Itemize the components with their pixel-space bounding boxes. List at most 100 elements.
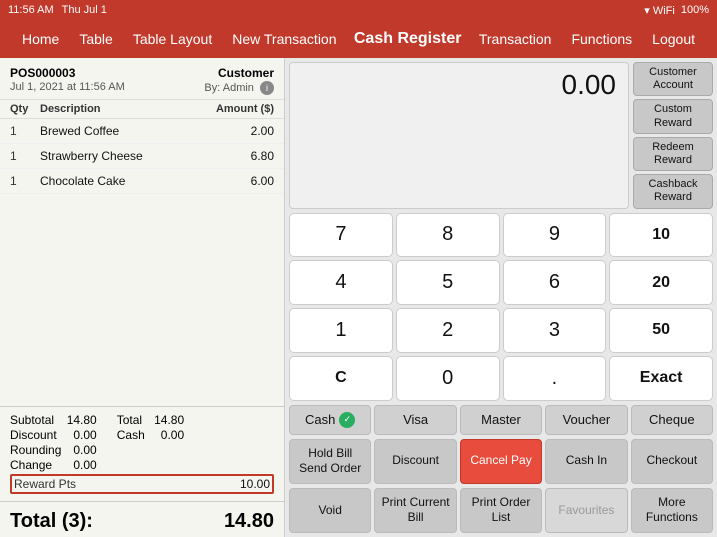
item-amount: 6.80 <box>251 149 274 163</box>
pay-cash[interactable]: Cash ✓ <box>289 405 371 435</box>
print-current-bill-button[interactable]: Print Current Bill <box>374 488 456 533</box>
pay-voucher[interactable]: Voucher <box>545 405 627 435</box>
pay-master[interactable]: Master <box>460 405 542 435</box>
discount-label: Discount <box>10 428 57 442</box>
hold-bill-button[interactable]: Hold Bill Send Order <box>289 439 371 484</box>
change-value: 0.00 <box>73 458 96 472</box>
rounding-value: 0.00 <box>73 443 96 457</box>
nav-title: Cash Register <box>347 30 469 48</box>
total-label: Total <box>117 413 142 427</box>
left-panel: POS000003 Customer Jul 1, 2021 at 11:56 … <box>0 58 285 537</box>
status-bar: 11:56 AM Thu Jul 1 ▾ WiFi 100% <box>0 0 717 20</box>
reward-pts-row: Reward Pts 10.00 <box>10 474 274 494</box>
nav-table[interactable]: Table <box>69 20 122 58</box>
display-screen: 0.00 <box>289 62 629 209</box>
item-name: Brewed Coffee <box>40 124 251 138</box>
status-day: Thu Jul 1 <box>62 4 107 16</box>
item-amount: 2.00 <box>251 124 274 138</box>
pay-visa[interactable]: Visa <box>374 405 456 435</box>
more-functions-button[interactable]: More Functions <box>631 488 713 533</box>
item-name: Strawberry Cheese <box>40 149 251 163</box>
favourites-button[interactable]: Favourites <box>545 488 627 533</box>
customer-value: By: Admin i <box>204 81 274 95</box>
action-row-2: Void Print Current Bill Print Order List… <box>285 486 717 537</box>
nav-logout[interactable]: Logout <box>642 20 705 58</box>
action-row-1: Hold Bill Send Order Discount Cancel Pay… <box>285 437 717 486</box>
reward-value: 10.00 <box>240 477 270 491</box>
grand-total-label: Total (3): <box>10 510 93 533</box>
cash-value: 0.00 <box>161 428 184 442</box>
num-2[interactable]: 2 <box>396 308 500 353</box>
item-name: Chocolate Cake <box>40 174 251 188</box>
num-clear[interactable]: C <box>289 356 393 401</box>
wifi-icon: ▾ WiFi <box>644 4 675 17</box>
order-header: POS000003 Customer Jul 1, 2021 at 11:56 … <box>0 58 284 100</box>
num-9[interactable]: 9 <box>503 213 607 258</box>
num-8[interactable]: 8 <box>396 213 500 258</box>
order-item[interactable]: 1 Brewed Coffee 2.00 <box>0 119 284 144</box>
pay-cheque[interactable]: Cheque <box>631 405 713 435</box>
custom-reward-button[interactable]: Custom Reward <box>633 99 713 133</box>
discount-button[interactable]: Discount <box>374 439 456 484</box>
pos-number: POS000003 <box>10 66 75 80</box>
num-6[interactable]: 6 <box>503 260 607 305</box>
nav-new-transaction[interactable]: New Transaction <box>222 20 346 58</box>
main-layout: POS000003 Customer Jul 1, 2021 at 11:56 … <box>0 58 717 537</box>
cash-in-button[interactable]: Cash In <box>545 439 627 484</box>
nav-transaction[interactable]: Transaction <box>469 20 562 58</box>
print-order-list-button[interactable]: Print Order List <box>460 488 542 533</box>
discount-value: 0.00 <box>73 428 96 442</box>
order-summary: Subtotal 14.80 Discount 0.00 Rounding 0.… <box>0 406 284 501</box>
num-20[interactable]: 20 <box>609 260 713 305</box>
num-5[interactable]: 5 <box>396 260 500 305</box>
payment-methods: Cash ✓ Visa Master Voucher Cheque <box>285 403 717 437</box>
change-label: Change <box>10 458 52 472</box>
order-date: Jul 1, 2021 at 11:56 AM <box>10 81 125 95</box>
checkout-button[interactable]: Checkout <box>631 439 713 484</box>
num-10[interactable]: 10 <box>609 213 713 258</box>
cashback-reward-button[interactable]: Cashback Reward <box>633 174 713 208</box>
nav-functions[interactable]: Functions <box>561 20 642 58</box>
num-50[interactable]: 50 <box>609 308 713 353</box>
col-amount: Amount ($) <box>216 103 274 115</box>
item-qty: 1 <box>10 174 40 188</box>
grand-total: Total (3): 14.80 <box>0 501 284 537</box>
column-headers: Qty Description Amount ($) <box>0 100 284 119</box>
info-icon[interactable]: i <box>260 81 274 95</box>
numpad: 7 8 9 10 4 5 6 20 1 2 3 50 C 0 . Exact <box>285 211 717 403</box>
order-item[interactable]: 1 Strawberry Cheese 6.80 <box>0 144 284 169</box>
subtotal-value: 14.80 <box>67 413 97 427</box>
item-qty: 1 <box>10 149 40 163</box>
col-qty: Qty <box>10 103 40 115</box>
cancel-pay-button[interactable]: Cancel Pay <box>460 439 542 484</box>
nav-table-layout[interactable]: Table Layout <box>123 20 222 58</box>
reward-label: Reward Pts <box>14 477 76 491</box>
subtotal-label: Subtotal <box>10 413 54 427</box>
col-desc: Description <box>40 103 216 115</box>
grand-total-value: 14.80 <box>224 510 274 533</box>
void-button[interactable]: Void <box>289 488 371 533</box>
order-item[interactable]: 1 Chocolate Cake 6.00 <box>0 169 284 194</box>
nav-bar: Home Table Table Layout New Transaction … <box>0 20 717 58</box>
right-panel: 0.00 Customer Account Custom Reward Rede… <box>285 58 717 537</box>
customer-account-button[interactable]: Customer Account <box>633 62 713 96</box>
status-time: 11:56 AM <box>8 4 54 16</box>
num-1[interactable]: 1 <box>289 308 393 353</box>
order-items-list: 1 Brewed Coffee 2.00 1 Strawberry Cheese… <box>0 119 284 406</box>
num-3[interactable]: 3 <box>503 308 607 353</box>
battery-icon: 100% <box>681 4 709 17</box>
num-4[interactable]: 4 <box>289 260 393 305</box>
display-row: 0.00 Customer Account Custom Reward Rede… <box>285 58 717 211</box>
redeem-reward-button[interactable]: Redeem Reward <box>633 137 713 171</box>
cash-selected-icon: ✓ <box>339 412 355 428</box>
num-0[interactable]: 0 <box>396 356 500 401</box>
item-amount: 6.00 <box>251 174 274 188</box>
customer-label: Customer <box>218 66 274 80</box>
cash-label: Cash <box>117 428 145 442</box>
total-value: 14.80 <box>154 413 184 427</box>
nav-home[interactable]: Home <box>12 20 69 58</box>
num-exact[interactable]: Exact <box>609 356 713 401</box>
num-7[interactable]: 7 <box>289 213 393 258</box>
rounding-label: Rounding <box>10 443 61 457</box>
num-decimal[interactable]: . <box>503 356 607 401</box>
